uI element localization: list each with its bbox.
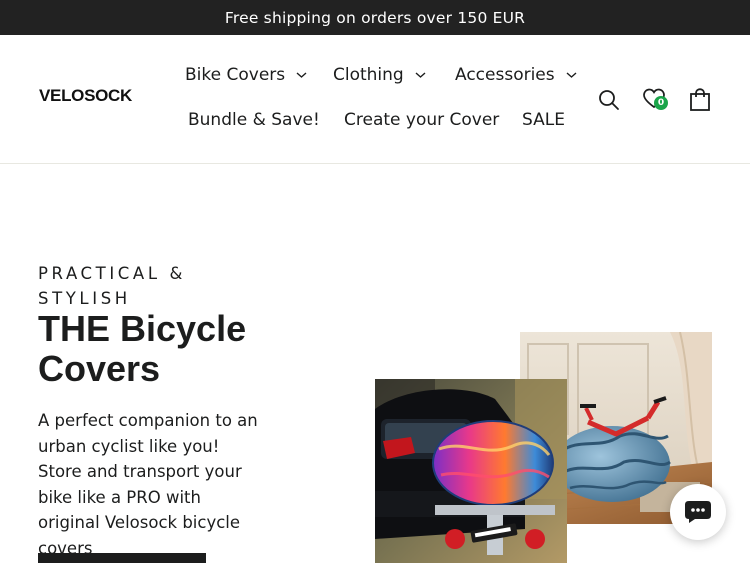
hero-description: A perfect companion to an urban cyclist … (38, 411, 258, 558)
nav-item-label: Bike Covers (185, 65, 286, 85)
nav-item-label: Create your Cover (344, 110, 500, 130)
nav-item-label: Bundle & Save! (188, 110, 320, 130)
nav-item-create-cover[interactable]: Create your Cover (344, 110, 499, 130)
nav-item-sale[interactable]: SALE (522, 110, 565, 130)
nav-item-clothing[interactable]: Clothing (333, 65, 426, 85)
search-icon[interactable] (598, 89, 620, 111)
chevron-down-icon (566, 71, 577, 79)
hero-cta-button[interactable] (38, 553, 206, 563)
nav-item-accessories[interactable]: Accessories (455, 65, 577, 85)
chat-widget-button[interactable] (670, 484, 726, 540)
chevron-down-icon (415, 71, 426, 79)
site-logo[interactable]: VELOSOCK (39, 86, 132, 106)
announcement-bar: Free shipping on orders over 150 EUR (0, 0, 750, 35)
nav-item-bike-covers[interactable]: Bike Covers (185, 65, 307, 85)
hero-eyebrow: PRACTICAL & STYLISH (38, 264, 186, 308)
wishlist-count-badge: 0 (654, 96, 668, 110)
nav-item-bundle-save[interactable]: Bundle & Save! (188, 110, 320, 130)
nav-item-label: SALE (522, 110, 565, 130)
site-header: VELOSOCK (0, 35, 750, 164)
chevron-down-icon (296, 71, 307, 79)
hero-headline: THE Bicycle Covers (38, 308, 247, 389)
chat-bubble-icon (685, 501, 711, 523)
announcement-text: Free shipping on orders over 150 EUR (224, 8, 526, 27)
bike-cover-on-car-rack-photo (375, 379, 567, 563)
nav-item-label: Accessories (455, 65, 555, 85)
cart-icon[interactable] (689, 88, 711, 112)
nav-item-label: Clothing (333, 65, 404, 85)
